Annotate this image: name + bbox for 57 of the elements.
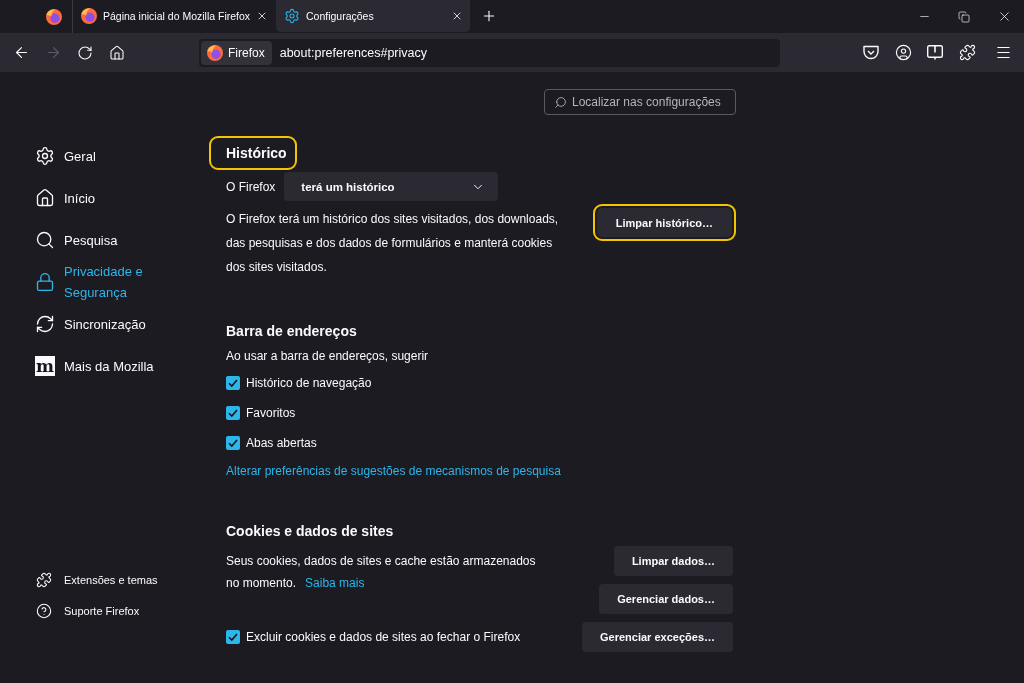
checkbox-label: Histórico de navegação: [246, 376, 372, 390]
cookie-action-button[interactable]: Limpar dados…: [613, 546, 733, 576]
sidebar-item[interactable]: Privacidade e Segurança: [35, 261, 226, 303]
m-logo: m: [35, 356, 55, 376]
identity-chip[interactable]: Firefox: [201, 40, 272, 65]
history-mode-dropdown[interactable]: terá um histórico: [284, 172, 499, 201]
address-bar[interactable]: Firefox about:preferences#privacy: [199, 38, 780, 67]
section-heading: Histórico: [209, 136, 297, 170]
sync-icon: [35, 314, 55, 334]
learn-more-link[interactable]: Saiba mais: [305, 576, 365, 590]
checkbox-label: Abas abertas: [246, 436, 317, 450]
sidebar-item[interactable]: Início: [35, 177, 226, 219]
section-description: Ao usar a barra de endereços, sugerir: [226, 348, 430, 365]
fox-logo-icon: [81, 8, 97, 24]
browser-tab[interactable]: Configurações: [276, 0, 470, 32]
menu-icon: [994, 44, 1012, 61]
sidebar-item[interactable]: Sincronização: [35, 303, 226, 345]
pocket-icon: [863, 45, 879, 60]
search-icon: [35, 230, 55, 250]
reader-panel-icon: [927, 45, 943, 60]
cookie-action-button[interactable]: Gerenciar exceções…: [582, 622, 733, 652]
search-suggestions-link[interactable]: Alterar preferências de sugestões de mecanismos de pesquisa: [226, 461, 561, 481]
checkbox[interactable]: [226, 630, 240, 644]
sidebar-footer-link[interactable]: Extensões e temas: [35, 564, 226, 595]
close-icon[interactable]: [451, 10, 463, 22]
restore-icon: [958, 10, 970, 23]
puzzle-icon: [36, 571, 52, 588]
home-icon: [35, 188, 55, 208]
gear-icon: [284, 8, 300, 24]
cookies-description: Seus cookies, dados de sites e cache estão armazenados no momento. Saiba mais: [226, 553, 537, 592]
history-description: O Firefox terá um histórico dos sites visitados, dos downloads, das pesquisas e dos dados de formulários e manterá cookies dos sites visitados.: [226, 211, 560, 276]
settings-icon: [35, 146, 55, 166]
puzzle-icon: [958, 44, 976, 61]
fox-logo-icon: [45, 8, 62, 25]
sidebar-item[interactable]: m Mais da Mozilla: [35, 345, 226, 387]
section-heading: Barra de endereços: [226, 322, 357, 341]
sidebar-footer-link[interactable]: Suporte Firefox: [35, 595, 226, 626]
checkbox-label: Excluir cookies e dados de sites ao fechar o Firefox: [246, 630, 521, 644]
lock-icon: [35, 272, 55, 292]
cookie-action-button[interactable]: Gerenciar dados…: [599, 584, 733, 614]
checkbox[interactable]: [226, 376, 240, 390]
checkbox-label: Favoritos: [246, 406, 296, 420]
search-field[interactable]: Localizar nas configurações: [544, 89, 736, 115]
help-icon: [36, 602, 52, 619]
sidebar-item[interactable]: Pesquisa: [35, 219, 226, 261]
browser-tab[interactable]: Página inicial do Mozilla Firefox: [73, 0, 267, 32]
checkbox[interactable]: [226, 406, 240, 420]
account-icon: [894, 44, 912, 61]
clear-history-button[interactable]: Limpar histórico…: [592, 204, 736, 241]
field-label: O Firefox: [226, 179, 276, 194]
url-text: about:preferences#privacy: [279, 45, 427, 60]
plus-icon: [481, 8, 497, 24]
checkbox[interactable]: [226, 436, 240, 450]
fox-logo-icon: [207, 44, 223, 61]
section-heading: Cookies e dados de sites: [226, 522, 394, 541]
search-icon: [554, 95, 567, 109]
new-tab-button[interactable]: [481, 8, 497, 24]
